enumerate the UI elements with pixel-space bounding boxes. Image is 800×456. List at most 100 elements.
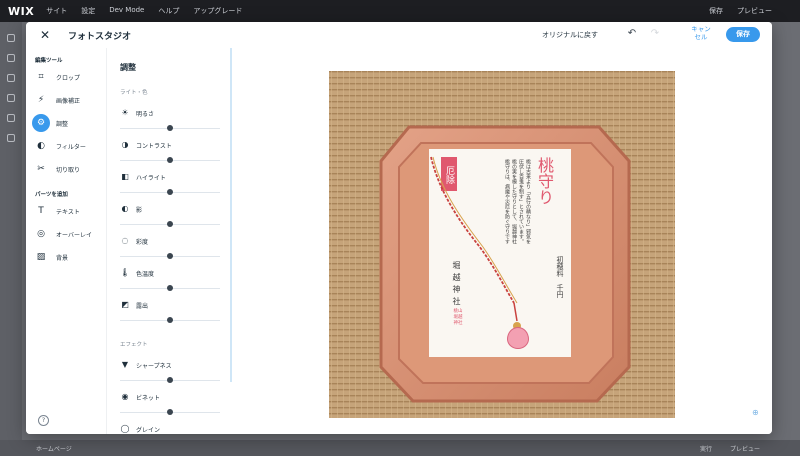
tool-cutout[interactable]: ✂ 切り取り [32,159,104,179]
adjust-label: 彩度 [136,239,149,246]
editor-topbar: WIX サイト 設定 Dev Mode ヘルプ アップグレード 保存 プレビュー [0,0,800,22]
menu-site[interactable]: サイト [46,6,67,16]
tool-background[interactable]: ▨ 背景 [32,247,104,267]
scissors-icon: ✂ [37,164,45,174]
rail-apps-icon[interactable] [7,94,15,102]
editor-bottombar: ホームページ [0,440,800,456]
slider-thumb[interactable] [167,317,173,323]
slider-thumb[interactable] [167,253,173,259]
tool-overlay[interactable]: ◎ オーバーレイ [32,224,104,244]
tool-adjust[interactable]: ⚙ 調整 [32,113,104,133]
slider-thumb[interactable] [167,189,173,195]
highlights-icon: ◧ [121,172,129,181]
charm-cord [430,156,521,330]
close-icon[interactable]: ✕ [38,28,52,42]
editor-save-link[interactable]: 保存 [709,6,723,16]
shadows-icon: ◐ [121,204,129,213]
save-button[interactable]: 保存 [726,27,760,42]
adjust-row-shadows: ◐ 影 [120,204,220,232]
slider-thumb[interactable] [167,285,173,291]
photo-studio-modal: ✕ フォトスタジオ オリジナルに戻す ↶ ↷ キャン セル 保存 編集ツール ⌗… [26,22,772,434]
tool-crop-label: クロップ [56,74,81,82]
tool-text-label: テキスト [56,208,80,216]
tool-filter[interactable]: ◐ フィルター [32,136,104,156]
effects-heading: エフェクト [120,342,148,348]
tools-sidebar: 編集ツール ⌗ クロップ ⚡ 画像補正 ⚙ 調整 ◐ フィルター ✂ 切り取り … [26,48,106,434]
bottom-run-link[interactable]: 実行 [700,444,712,453]
editor-top-right: 保存 プレビュー [709,0,772,22]
tool-background-label: 背景 [56,254,69,262]
rail-media-icon[interactable] [7,114,15,122]
magic-wand-icon: ⚡ [37,95,45,105]
sharpness-icon: ▼ [121,360,129,369]
adjust-row-sharpness: ▼ シャープネス [120,360,220,388]
photo-canvas: 桃守り 厄除 初穂料 千円 堀越神社 桃山 堀越 神社 桃は古来より「五行の精な… [232,48,772,434]
editor-menu: サイト 設定 Dev Mode ヘルプ アップグレード [46,6,242,16]
modal-header: ✕ フォトスタジオ オリジナルに戻す ↶ ↷ キャン セル 保存 [26,22,772,48]
help-icon[interactable]: ? [38,415,49,426]
slider-thumb[interactable] [167,409,173,415]
tool-cutout-label: 切り取り [56,166,81,174]
tool-enhance-label: 画像補正 [56,97,81,105]
adjust-row-vignette: ◉ ビネット [120,392,220,420]
tool-filter-label: フィルター [56,143,86,151]
adjust-row-brightness: ☀ 明るさ [120,108,220,136]
vignette-icon: ◉ [121,392,129,401]
editor-bottom-right: 実行 プレビュー [700,440,760,456]
adjust-label: 明るさ [136,111,155,118]
tool-crop[interactable]: ⌗ クロップ [32,67,104,87]
rail-background-icon[interactable] [7,74,15,82]
temperature-icon: 🌡 [120,268,131,277]
menu-dev-mode[interactable]: Dev Mode [109,6,144,16]
text-icon: T [38,206,44,216]
slider-thumb[interactable] [167,157,173,163]
brightness-icon: ☀ [121,108,129,117]
adjust-row-temperature: 🌡 色温度 [120,268,220,296]
peach-charm-icon [507,327,529,349]
menu-help[interactable]: ヘルプ [158,6,179,16]
tool-adjust-label: 調整 [56,120,69,128]
bottom-preview-link[interactable]: プレビュー [730,444,760,453]
adjust-label: シャープネス [136,363,172,370]
wix-logo: WIX [8,4,35,18]
menu-upgrade[interactable]: アップグレード [193,6,242,16]
grain-icon: ◯ [120,424,130,433]
editor-preview-link[interactable]: プレビュー [737,6,772,16]
edit-tools-heading: 編集ツール [35,58,63,64]
modal-title: フォトスタジオ [68,32,132,42]
overlay-icon: ◎ [37,229,45,239]
add-parts-heading: パーツを追加 [35,192,68,198]
rail-blog-icon[interactable] [7,134,15,142]
slider-thumb[interactable] [167,125,173,131]
adjust-label: 影 [136,207,143,214]
adjust-row-highlights: ◧ ハイライト [120,172,220,200]
undo-icon[interactable]: ↶ [626,28,638,42]
contrast-icon: ◑ [121,140,129,149]
adjust-label: グレイン [136,427,161,434]
saturation-icon: ◌ [121,236,129,245]
adjust-row-contrast: ◑ コントラスト [120,140,220,168]
slider-thumb[interactable] [167,377,173,383]
exposure-icon: ◩ [121,300,129,309]
filter-icon: ◐ [37,141,45,151]
menu-settings[interactable]: 設定 [81,6,95,16]
zoom-icon[interactable]: ⊕ [752,408,762,418]
page-selector[interactable]: ホームページ [36,444,72,453]
redo-icon: ↷ [650,28,660,39]
background-icon: ▨ [36,252,46,262]
tool-text[interactable]: T テキスト [32,201,104,221]
adjust-row-exposure: ◩ 露出 [120,300,220,328]
crop-icon: ⌗ [38,72,44,82]
tool-enhance[interactable]: ⚡ 画像補正 [32,90,104,110]
rail-add-icon[interactable] [7,34,15,42]
adjust-label: 露出 [136,303,149,310]
photo-preview[interactable]: 桃守り 厄除 初穂料 千円 堀越神社 桃山 堀越 神社 桃は古来より「五行の精な… [329,71,675,418]
rail-menu-icon[interactable] [7,54,15,62]
adjust-row-saturation: ◌ 彩度 [120,236,220,264]
adjust-sliders-icon: ⚙ [32,114,50,132]
adjust-label: コントラスト [136,143,172,150]
slider-thumb[interactable] [167,221,173,227]
editor-left-rail [0,22,22,442]
revert-to-original-link[interactable]: オリジナルに戻す [542,30,598,40]
cancel-button[interactable]: キャン セル [686,25,716,41]
